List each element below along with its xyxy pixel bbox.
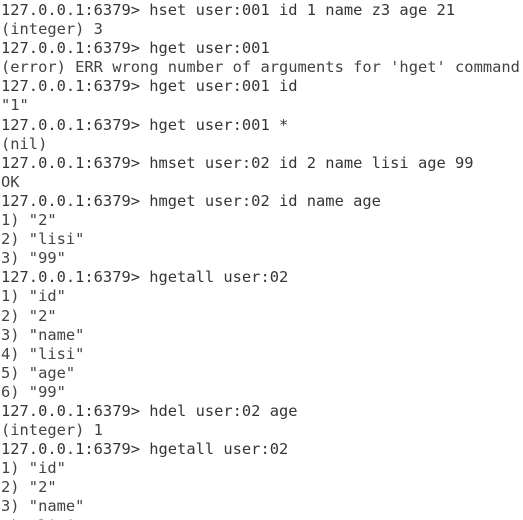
terminal-output-line: OK xyxy=(1,172,20,191)
terminal-output-line: 4) "lisi" xyxy=(1,517,522,520)
terminal-output-line: 2) "2" xyxy=(1,306,57,325)
terminal-command-line: 127.0.0.1:6379> hdel user:02 age xyxy=(1,401,298,420)
terminal-command-line: 127.0.0.1:6379> hset user:001 id 1 name … xyxy=(1,1,456,19)
terminal-output-line: 5) "age" xyxy=(1,363,76,382)
terminal-output-line: 2) "lisi" xyxy=(1,230,85,249)
terminal-command-line: 127.0.0.1:6379> hgetall user:02 xyxy=(1,268,289,287)
terminal-output-line: 4) "lisi" xyxy=(1,344,85,363)
terminal-scrollback: 127.0.0.1:6379> hset user:001 id 1 name … xyxy=(1,1,522,520)
terminal-command-line: 127.0.0.1:6379> hmget user:02 id name ag… xyxy=(1,191,381,210)
terminal-output-line: 3) "name" xyxy=(1,325,85,344)
terminal-output-line: 2) "2" xyxy=(1,478,57,497)
terminal-command-line: 127.0.0.1:6379> hget user:001 id xyxy=(1,77,298,96)
terminal-window[interactable]: 127.0.0.1:6379> hset user:001 id 1 name … xyxy=(0,0,523,520)
terminal-output-line: 6) "99" xyxy=(1,382,66,401)
terminal-output-line: 1) "id" xyxy=(1,459,66,478)
terminal-screen[interactable]: 127.0.0.1:6379> hset user:001 id 1 name … xyxy=(1,1,522,520)
terminal-command-line: 127.0.0.1:6379> hmset user:02 id 2 name … xyxy=(1,153,474,172)
terminal-output-line: 3) "name" xyxy=(1,497,85,516)
terminal-output-line: (nil) xyxy=(1,134,48,153)
terminal-command-line: 127.0.0.1:6379> hgetall user:02 xyxy=(1,440,289,459)
terminal-output-line: 1) "id" xyxy=(1,287,66,306)
terminal-output-line: 1) "2" xyxy=(1,211,57,230)
terminal-command-line: 127.0.0.1:6379> hget user:001 xyxy=(1,39,270,58)
terminal-command-line: 127.0.0.1:6379> hget user:001 * xyxy=(1,115,289,134)
terminal-output-line: "1" xyxy=(1,96,29,115)
terminal-output-line: (integer) 3 xyxy=(1,20,103,39)
terminal-output-line: (integer) 1 xyxy=(1,421,103,440)
terminal-output-line: 3) "99" xyxy=(1,249,66,268)
terminal-output-line: (error) ERR wrong number of arguments fo… xyxy=(1,58,520,77)
